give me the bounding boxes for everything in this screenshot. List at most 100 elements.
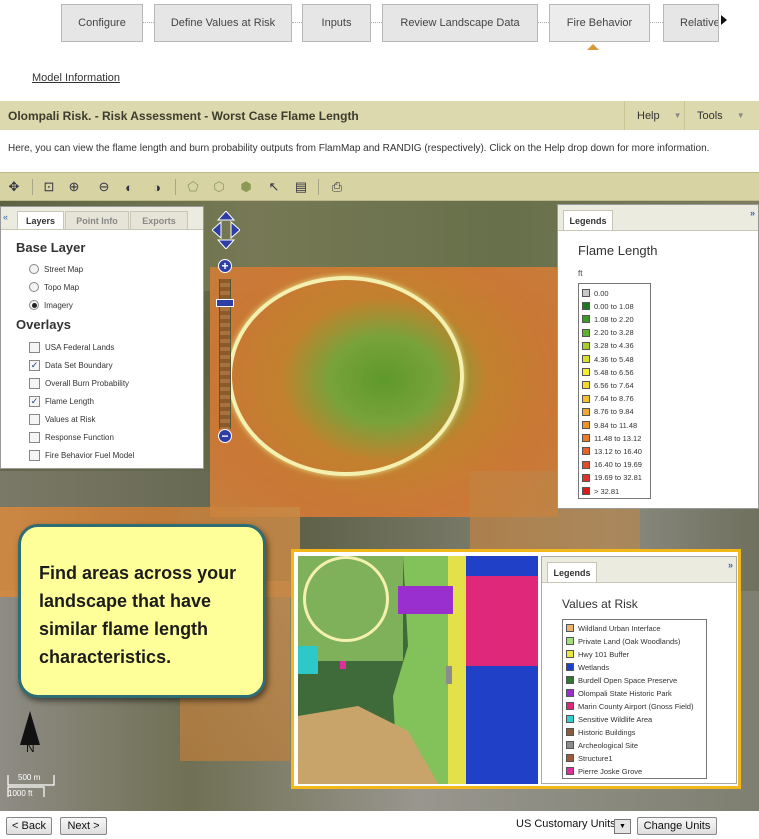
zoom-slider-handle[interactable] <box>216 299 234 307</box>
overlay-usa-federal-lands[interactable]: USA Federal Lands <box>29 342 114 353</box>
pan-icon[interactable]: ✥ <box>5 178 23 196</box>
tab-fire-behavior[interactable]: Fire Behavior <box>549 4 650 42</box>
radio-button[interactable] <box>29 282 39 292</box>
legend-label: 3.28 to 4.36 <box>594 341 634 351</box>
help-menu[interactable]: Help ▼ <box>624 101 684 130</box>
pan-control-icon[interactable] <box>212 211 240 249</box>
zoom-in-button[interactable]: + <box>218 259 232 273</box>
step-connector <box>292 22 302 24</box>
overlay-fire-behavior-fuel-model[interactable]: Fire Behavior Fuel Model <box>29 450 134 461</box>
legend-item: 11.48 to 13.12 <box>582 432 641 444</box>
overlay-label: Fire Behavior Fuel Model <box>45 451 135 460</box>
legend-item: 5.48 to 6.56 <box>582 366 634 378</box>
tools-menu[interactable]: Tools ▼ <box>684 101 759 130</box>
select-remove-icon[interactable]: ⬢ <box>237 178 255 196</box>
change-units-button[interactable]: Change Units <box>637 817 717 835</box>
checkbox[interactable] <box>29 432 40 443</box>
legend-label: 4.36 to 5.48 <box>594 354 634 364</box>
legend-item: 8.76 to 9.84 <box>582 406 634 418</box>
north-arrow-icon <box>20 711 40 745</box>
tab-define-values-at-risk[interactable]: Define Values at Risk <box>154 4 292 42</box>
legend-swatch <box>582 407 590 416</box>
tab-inputs[interactable]: Inputs <box>302 4 371 42</box>
legend-label: Sensitive Wildlife Area <box>578 714 653 724</box>
radio-button[interactable] <box>29 264 39 274</box>
base-option-imagery[interactable]: Imagery <box>29 300 73 310</box>
map-view[interactable]: « Layers Point Info Exports Base Layer S… <box>0 201 759 811</box>
legend-item: 7.64 to 8.76 <box>582 393 634 405</box>
legend-label: 5.48 to 6.56 <box>594 367 634 377</box>
legend-label: Pierre Joske Grove <box>578 766 643 776</box>
overlay-response-function[interactable]: Response Function <box>29 432 114 443</box>
overlay-values-at-risk[interactable]: Values at Risk <box>29 414 96 425</box>
legend-label: Structure1 <box>578 753 613 763</box>
chevron-down-icon[interactable]: ▼ <box>614 819 631 834</box>
overlay-overall-burn-probability[interactable]: Overall Burn Probability <box>29 378 129 389</box>
expand-panel-icon[interactable]: » <box>750 208 755 218</box>
legend-swatch <box>582 289 590 297</box>
checkbox[interactable] <box>29 342 40 353</box>
tab-legends[interactable]: Legends <box>563 210 613 230</box>
tab-layers[interactable]: Layers <box>17 211 64 229</box>
base-option-topo-map[interactable]: Topo Map <box>29 282 79 292</box>
legend-swatch <box>582 460 590 469</box>
next-button[interactable]: Next > <box>60 817 107 835</box>
legend-list: 0.00 0.00 to 1.08 1.08 to 2.20 2.20 to 3.28… <box>578 283 651 499</box>
checkbox-checked[interactable]: ✓ <box>29 396 40 407</box>
tab-legends[interactable]: Legends <box>547 562 597 582</box>
zoom-in-icon[interactable]: ⊕ <box>65 178 83 196</box>
step-connector <box>538 22 549 24</box>
checkbox-checked[interactable]: ✓ <box>29 360 40 371</box>
select-polygon-icon[interactable]: ⬠ <box>184 178 202 196</box>
checkbox[interactable] <box>29 414 40 425</box>
back-button[interactable]: < Back <box>6 817 52 835</box>
legend-item: 0.00 <box>582 287 609 299</box>
legend-swatch <box>566 637 574 645</box>
zoom-next-icon[interactable]: ◑ <box>148 178 166 196</box>
overlays-heading: Overlays <box>16 317 71 332</box>
legend-swatch <box>566 767 574 775</box>
scale-metric-label: 500 m <box>18 773 41 782</box>
tab-configure[interactable]: Configure <box>61 4 143 42</box>
radio-button-selected[interactable] <box>29 300 39 310</box>
wizard-steps: Configure Define Values at Risk Inputs R… <box>0 0 759 56</box>
legend-label: > 32.81 <box>594 486 620 496</box>
legend-swatch <box>582 487 590 495</box>
attribute-table-icon[interactable]: ▤ <box>292 178 310 196</box>
tab-exports[interactable]: Exports <box>130 211 188 229</box>
base-layer-heading: Base Layer <box>16 240 86 255</box>
model-information-link[interactable]: Model Information <box>32 72 120 84</box>
zoom-previous-icon[interactable]: ◐ <box>120 178 138 196</box>
select-add-icon[interactable]: ⬡ <box>210 178 228 196</box>
checkbox[interactable] <box>29 378 40 389</box>
base-option-street-map[interactable]: Street Map <box>29 264 83 274</box>
tab-relative[interactable]: Relative <box>663 4 719 42</box>
collapse-panel-icon[interactable]: « <box>3 212 8 222</box>
footer-bar: < Back Next > US Customary Units ▼ Chang… <box>0 811 759 839</box>
tab-review-landscape-data[interactable]: Review Landscape Data <box>382 4 538 42</box>
legend-item: 2.20 to 3.28 <box>582 327 634 339</box>
layers-panel-tabs: « Layers Point Info Exports <box>1 207 203 230</box>
units-select-value[interactable]: US Customary Units <box>516 818 616 830</box>
zoom-extent-icon[interactable]: ⊡ <box>40 178 58 196</box>
checkbox[interactable] <box>29 450 40 461</box>
callout-text: Find areas across your landscape that ha… <box>39 563 237 667</box>
legend-swatch <box>566 728 574 736</box>
tab-point-info[interactable]: Point Info <box>65 211 129 229</box>
identify-icon[interactable]: ↖ <box>265 178 283 196</box>
export-icon[interactable]: ⎙ <box>328 178 346 196</box>
expand-panel-icon[interactable]: » <box>728 560 733 570</box>
legend-swatch <box>582 302 590 311</box>
legend-label: Historic Buildings <box>578 727 636 737</box>
legend-item: 19.69 to 32.81 <box>582 472 642 484</box>
overlay-flame-length[interactable]: ✓ Flame Length <box>29 396 94 407</box>
legend-swatch <box>582 421 590 429</box>
legend-label: Hwy 101 Buffer <box>578 649 630 659</box>
active-step-indicator <box>587 44 599 50</box>
zoom-out-button[interactable]: − <box>218 429 232 443</box>
zoom-out-icon[interactable]: ⊖ <box>95 178 113 196</box>
flame-length-legend-panel: Legends » Flame Length ft 0.00 0.00 to 1.… <box>557 204 759 509</box>
overlay-data-set-boundary[interactable]: ✓ Data Set Boundary <box>29 360 113 371</box>
scroll-right-icon[interactable] <box>721 15 727 25</box>
legend-item: Structure1 <box>566 752 613 764</box>
